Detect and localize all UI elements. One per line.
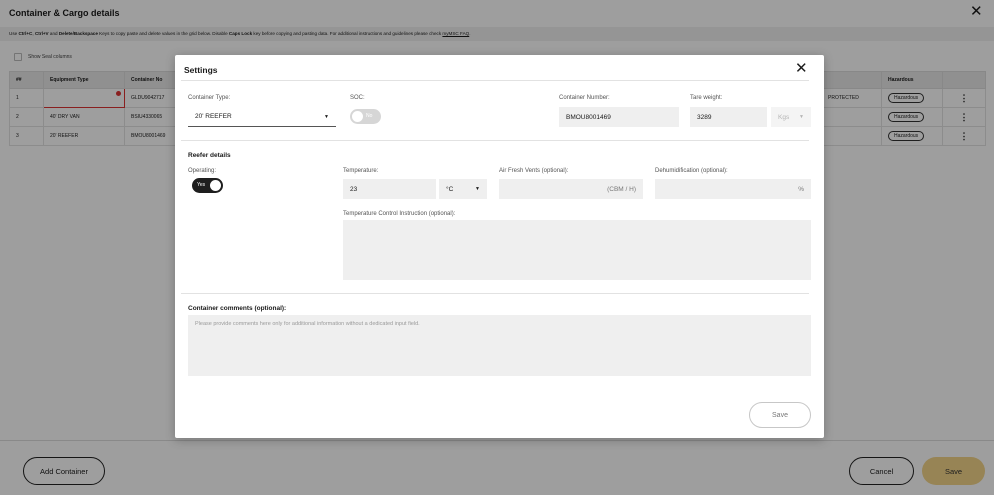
divider [181,140,809,141]
temperature-unit-value: °C [446,185,454,193]
temperature-unit-select[interactable]: °C ▼ [439,179,487,199]
tare-weight-input[interactable]: 3289 [690,107,767,127]
toggle-knob [210,180,221,191]
vents-label: Air Fresh Vents (optional): [499,168,569,174]
toggle-knob [352,111,363,122]
vents-input[interactable]: (CBM / H) [499,179,643,199]
dialog-title: Settings [184,65,218,75]
reefer-details-title: Reefer details [188,152,231,159]
weight-unit-value: Kgs [778,113,790,121]
operating-label: Operating: [188,168,217,174]
container-number-input[interactable]: BMOU8001469 [559,107,679,127]
weight-unit-select: Kgs ▼ [771,107,811,127]
container-number-label: Container Number: [559,95,610,101]
close-icon[interactable]: ✕ [795,61,808,77]
container-type-label: Container Type: [188,95,231,101]
dehumidification-input[interactable]: % [655,179,811,199]
vents-unit: (CBM / H) [607,185,636,193]
temperature-input[interactable]: 23 [343,179,436,199]
tci-textarea[interactable] [343,220,811,280]
divider [181,293,809,294]
dialog-save-button[interactable]: Save [749,402,811,428]
chevron-down-icon: ▼ [324,113,329,120]
comments-label: Container comments (optional): [188,305,287,312]
soc-toggle[interactable]: No [350,109,381,124]
chevron-down-icon: ▼ [475,186,480,192]
chevron-down-icon: ▼ [799,114,804,120]
tare-weight-label: Tare weight: [690,95,723,101]
soc-toggle-state: No [366,113,373,119]
soc-label: SOC: [350,95,365,101]
operating-toggle[interactable]: Yes [192,178,223,193]
container-type-select[interactable]: 20' REEFER ▼ [188,107,336,127]
comments-textarea[interactable]: Please provide comments here only for ad… [188,315,811,376]
tci-label: Temperature Control Instruction (optiona… [343,211,456,217]
operating-toggle-state: Yes [197,182,206,188]
divider [181,80,809,81]
settings-dialog: Settings ✕ Container Type: 20' REEFER ▼ … [175,55,824,438]
dehumidification-label: Dehumidification (optional): [655,168,728,174]
container-type-value: 20' REEFER [195,113,232,120]
dehumidification-unit: % [798,185,804,193]
temperature-label: Temperature: [343,168,379,174]
